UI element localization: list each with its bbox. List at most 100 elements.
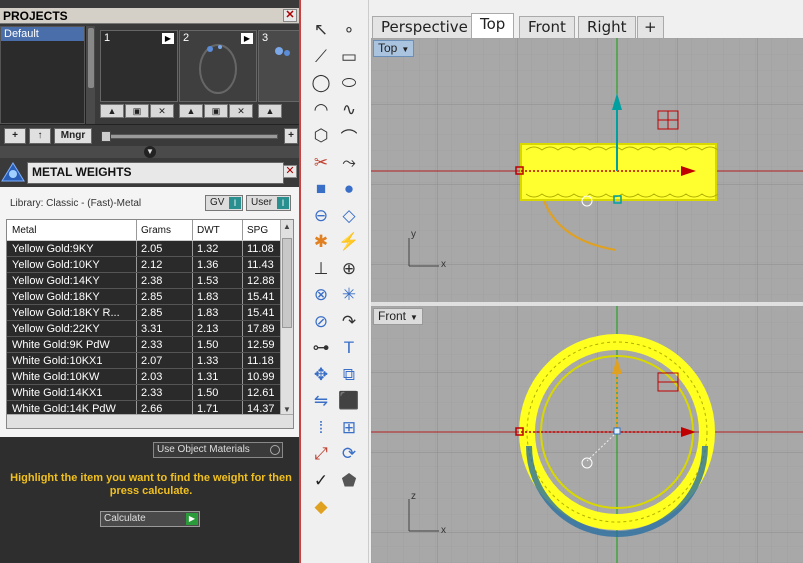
thumbnail-1[interactable]: 1 ▶	[100, 30, 178, 102]
boolean-diff-icon[interactable]: ⊘	[309, 310, 333, 334]
viewport-label-top[interactable]: Top ▼	[373, 40, 415, 57]
top-viewport-canvas[interactable]	[371, 38, 803, 302]
column-header-dwt[interactable]: DWT	[193, 220, 243, 240]
viewport-label-front[interactable]: Front ▼	[373, 308, 423, 325]
plane-icon[interactable]: ◇	[337, 204, 361, 228]
ellipse-icon[interactable]: ⬭	[337, 71, 361, 95]
chevron-down-icon[interactable]: ▼	[144, 146, 156, 158]
table-horizontal-scrollbar[interactable]	[7, 414, 293, 428]
table-row[interactable]: Yellow Gold:9KY 2.05 1.32 11.08	[7, 241, 293, 257]
table-row[interactable]: White Gold:14KX1 2.33 1.50 12.61	[7, 385, 293, 401]
tab-right[interactable]: Right	[578, 16, 636, 38]
upload-icon[interactable]: ▲	[179, 104, 203, 118]
tab-perspective[interactable]: Perspective	[372, 16, 477, 38]
copy-icon[interactable]: ⧉	[337, 363, 361, 387]
add-tab-button[interactable]: +	[637, 16, 664, 38]
render-icon[interactable]: ◆	[309, 495, 333, 519]
sweep-icon[interactable]: ↷	[337, 310, 361, 334]
play-icon[interactable]: ▶	[162, 33, 174, 44]
cell-dwt: 1.83	[193, 289, 243, 304]
zoom-plus-button[interactable]: +	[284, 128, 298, 144]
sphere-icon[interactable]: ●	[337, 177, 361, 201]
close-icon[interactable]: ✕	[283, 165, 297, 178]
trim-icon[interactable]: ✂	[309, 151, 333, 175]
table-row[interactable]: White Gold:10KW 2.03 1.31 10.99	[7, 369, 293, 385]
user-toggle[interactable]: User I	[246, 195, 291, 211]
chevron-down-icon[interactable]: ▼	[401, 42, 409, 57]
move-up-button[interactable]: ↑	[29, 128, 51, 144]
delete-icon[interactable]: ✕	[150, 104, 174, 118]
boolean-union-icon[interactable]: ⊗	[309, 283, 333, 307]
fillet-icon[interactable]: ⌒	[337, 124, 361, 148]
column-header-grams[interactable]: Grams	[137, 220, 193, 240]
add-project-button[interactable]: +	[4, 128, 26, 144]
gv-toggle[interactable]: GV I	[205, 195, 243, 211]
top-viewport[interactable]: Top ▼ y x	[371, 38, 803, 302]
table-row[interactable]: Yellow Gold:14KY 2.38 1.53 12.88	[7, 273, 293, 289]
check-icon[interactable]: ✓	[309, 469, 333, 493]
mirror-icon[interactable]: ⇋	[309, 389, 333, 413]
close-icon[interactable]: ✕	[283, 9, 297, 22]
point-icon[interactable]: ∘	[337, 18, 361, 42]
extend-icon[interactable]: ⤳	[337, 151, 361, 175]
chevron-down-icon[interactable]: ▼	[410, 310, 418, 325]
table-row[interactable]: Yellow Gold:18KY 2.85 1.83 15.41	[7, 289, 293, 305]
thumbnail-size-slider[interactable]	[101, 131, 278, 142]
cylinder-icon[interactable]: ⊖	[309, 204, 333, 228]
project-item-default[interactable]: Default	[1, 27, 84, 41]
upload-icon[interactable]: ▲	[258, 104, 282, 118]
project-list-scrollbar[interactable]	[85, 26, 95, 124]
table-row[interactable]: Yellow Gold:18KY R... 2.85 1.83 15.41	[7, 305, 293, 321]
table-vertical-scrollbar[interactable]: ▲ ▼	[280, 220, 293, 416]
table-row[interactable]: White Gold:10KX1 2.07 1.33 11.18	[7, 353, 293, 369]
rotate-icon[interactable]: ⟳	[337, 442, 361, 466]
thumbnail-2[interactable]: 2 ▶	[179, 30, 257, 102]
circle-icon[interactable]: ◯	[309, 71, 333, 95]
array-icon[interactable]: ⁞	[309, 416, 333, 440]
explode-icon[interactable]: ✳	[337, 283, 361, 307]
polyline-icon[interactable]: ⟋	[309, 45, 333, 69]
box-edit-icon[interactable]: ⬛	[337, 389, 361, 413]
curve-tools-icon[interactable]: ⊶	[309, 336, 333, 360]
manager-button[interactable]: Mngr	[54, 128, 92, 144]
panel-divider[interactable]: ▼	[0, 146, 301, 158]
box-icon[interactable]: ■	[309, 177, 333, 201]
move-icon[interactable]: ✥	[309, 363, 333, 387]
scale-icon[interactable]: ⤢	[309, 442, 333, 466]
thumbnail-3[interactable]: 3	[258, 30, 301, 102]
rectangle-icon[interactable]: ▭	[337, 45, 361, 69]
front-viewport-canvas[interactable]	[371, 306, 803, 563]
use-object-materials-option[interactable]: Use Object Materials	[153, 442, 283, 458]
arc-icon[interactable]: ◠	[309, 98, 333, 122]
calculate-button[interactable]: Calculate ▶	[100, 511, 200, 527]
upload-icon[interactable]: ▲	[100, 104, 124, 118]
table-row[interactable]: Yellow Gold:10KY 2.12 1.36 11.43	[7, 257, 293, 273]
tab-top[interactable]: Top	[471, 13, 515, 38]
scroll-down-icon[interactable]: ▼	[283, 405, 291, 414]
shape-icon[interactable]: ⬟	[337, 469, 361, 493]
delete-icon[interactable]: ✕	[229, 104, 253, 118]
join-icon[interactable]: ⊕	[337, 257, 361, 281]
table-row[interactable]: Yellow Gold:22KY 3.31 2.13 17.89	[7, 321, 293, 337]
scroll-up-icon[interactable]: ▲	[283, 222, 291, 231]
polygon-icon[interactable]: ⬡	[309, 124, 333, 148]
table-row[interactable]: White Gold:9K PdW 2.33 1.50 12.59	[7, 337, 293, 353]
cell-spg: 12.61	[247, 387, 275, 399]
gear-settings-icon[interactable]: ✱	[309, 230, 333, 254]
curve-icon[interactable]: ∿	[337, 98, 361, 122]
table-body: Yellow Gold:9KY 2.05 1.32 11.08 Yellow Gold:…	[7, 241, 293, 417]
select-arrow-icon[interactable]: ↖	[309, 18, 333, 42]
save-icon[interactable]: ▣	[204, 104, 228, 118]
text-icon[interactable]: T	[337, 336, 361, 360]
project-list[interactable]: Default	[0, 26, 85, 124]
column-header-metal[interactable]: Metal	[7, 220, 137, 240]
play-icon[interactable]: ▶	[186, 513, 198, 525]
save-icon[interactable]: ▣	[125, 104, 149, 118]
column-header-spg[interactable]: SPG	[243, 220, 278, 240]
tab-front[interactable]: Front	[519, 16, 575, 38]
lightning-icon[interactable]: ⚡	[337, 230, 361, 254]
radio-icon[interactable]	[270, 445, 280, 455]
grid-array-icon[interactable]: ⊞	[337, 416, 361, 440]
split-icon[interactable]: ⊥	[309, 257, 333, 281]
front-viewport[interactable]: Front ▼ z x	[371, 306, 803, 563]
